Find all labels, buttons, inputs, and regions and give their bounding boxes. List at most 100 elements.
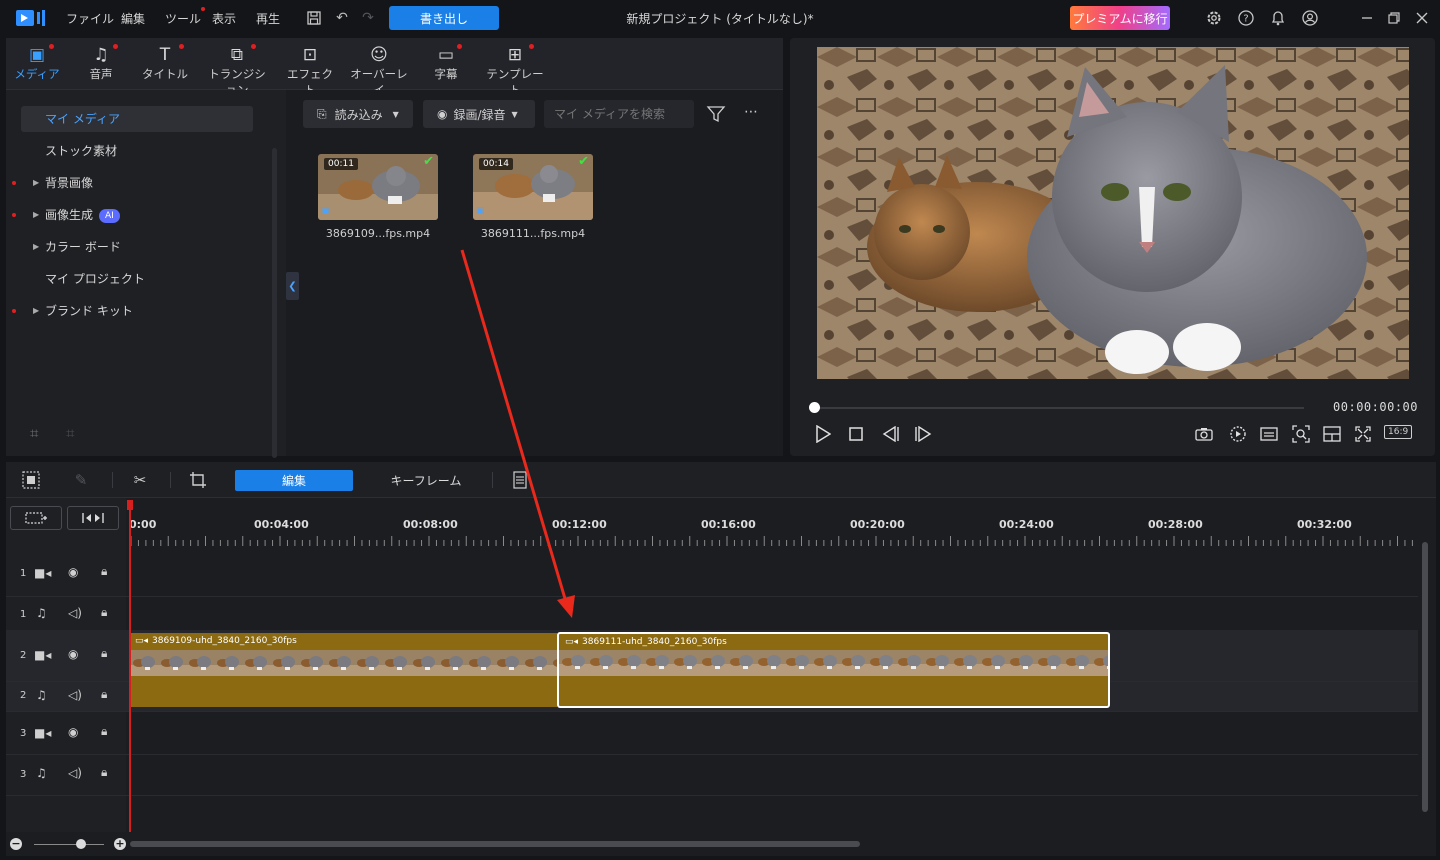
tab-effect[interactable]: ⊡ エフェクト bbox=[285, 44, 335, 97]
minimize-icon[interactable] bbox=[1357, 8, 1377, 28]
tree-item-stock[interactable]: ストック素材 bbox=[21, 138, 253, 164]
clip-title-text: 3869111-uhd_3840_2160_30fps bbox=[582, 637, 727, 647]
zoom-out-icon[interactable]: − bbox=[10, 838, 22, 850]
seek-knob[interactable] bbox=[809, 402, 820, 413]
play-icon[interactable] bbox=[811, 422, 835, 446]
media-content-area: ⎘ 読み込み ▼ ◉ 録画/録音 ▼ ⋯ 00:11 ✔ ▣ bbox=[286, 90, 783, 456]
menu-playback[interactable]: 再生 bbox=[256, 10, 280, 27]
fullscreen-icon[interactable] bbox=[1351, 422, 1375, 446]
zoom-in-icon[interactable]: + bbox=[114, 838, 126, 850]
lock-icon[interactable]: 🔒︎ bbox=[101, 724, 107, 739]
lock-icon[interactable]: 🔒︎ bbox=[101, 605, 107, 620]
account-icon[interactable] bbox=[1300, 8, 1320, 28]
lock-icon[interactable]: 🔒︎ bbox=[101, 687, 107, 702]
tab-overlay[interactable]: ☺ オーバーレイ bbox=[350, 44, 408, 97]
playback-speed-icon[interactable] bbox=[1226, 422, 1250, 446]
tree-item-brand-kit[interactable]: ▶ ブランド キット bbox=[12, 298, 253, 324]
zoom-slider-track[interactable] bbox=[34, 844, 104, 845]
ruler-label: 00:12:00 bbox=[552, 518, 607, 531]
eye-visibility-icon[interactable]: ◉ bbox=[68, 565, 78, 579]
subtitle-toggle-icon[interactable] bbox=[1257, 422, 1281, 446]
time-ruler[interactable]: 0:00 00:04:00 00:08:00 00:12:00 00:16:00… bbox=[129, 498, 1425, 550]
playhead[interactable] bbox=[129, 502, 131, 832]
tab-media[interactable]: ▣ メディア bbox=[14, 44, 60, 88]
tab-template[interactable]: ⊞ テンプレート bbox=[484, 44, 546, 97]
zoom-preview-icon[interactable] bbox=[1289, 422, 1313, 446]
tree-item-image-generation[interactable]: ▶ 画像生成 AI bbox=[12, 202, 253, 228]
speaker-volume-icon[interactable]: ◁) bbox=[68, 766, 82, 780]
seek-bar[interactable] bbox=[814, 407, 1304, 409]
tree-scrollbar[interactable] bbox=[272, 148, 277, 458]
filter-icon[interactable] bbox=[706, 104, 726, 127]
undo-icon[interactable]: ↶ bbox=[332, 8, 352, 28]
tab-audio[interactable]: ♫ 音声 bbox=[78, 44, 124, 88]
pen-edit-icon[interactable]: ✎ bbox=[70, 470, 92, 490]
tab-subtitle[interactable]: ▭ 字幕 bbox=[426, 44, 466, 88]
timeline-horizontal-scrollbar[interactable] bbox=[130, 841, 860, 847]
restore-icon[interactable] bbox=[1384, 8, 1404, 28]
aspect-ratio-button[interactable]: 16:9 bbox=[1384, 425, 1413, 439]
add-tag-icon[interactable]: ⌗ bbox=[30, 424, 38, 442]
menu-tools[interactable]: ツール bbox=[165, 7, 206, 27]
timeline-clip[interactable]: ▭◂ 3869109-uhd_3840_2160_30fps bbox=[129, 633, 557, 707]
notification-bell-icon[interactable] bbox=[1268, 8, 1288, 28]
add-track-button[interactable] bbox=[10, 506, 62, 530]
next-frame-icon[interactable] bbox=[911, 422, 935, 446]
previous-frame-icon[interactable] bbox=[879, 422, 903, 446]
remove-tag-icon[interactable]: ⌗ bbox=[66, 424, 74, 442]
save-icon[interactable] bbox=[304, 8, 324, 28]
scissors-split-icon[interactable]: ✂ bbox=[129, 470, 151, 490]
zoom-slider-knob[interactable] bbox=[76, 839, 86, 849]
timeline-vertical-scrollbar[interactable] bbox=[1422, 542, 1428, 812]
expand-arrow-icon[interactable]: ▶ bbox=[33, 298, 39, 324]
timeline-clip-selected[interactable]: ▭◂ 3869111-uhd_3840_2160_30fps bbox=[557, 632, 1110, 708]
media-thumbnail[interactable]: 00:11 ✔ ▣ bbox=[318, 154, 438, 220]
menu-file[interactable]: ファイル bbox=[66, 10, 114, 27]
tree-item-my-project[interactable]: マイ プロジェクト bbox=[21, 266, 253, 292]
stop-icon[interactable] bbox=[844, 422, 868, 446]
lock-icon[interactable]: 🔒︎ bbox=[101, 646, 107, 661]
record-button[interactable]: ◉ 録画/録音 ▼ bbox=[423, 100, 535, 128]
lock-icon[interactable]: 🔒︎ bbox=[101, 765, 107, 780]
tab-transition[interactable]: ⧉ トランジション bbox=[204, 44, 270, 97]
expand-arrow-icon[interactable]: ▶ bbox=[33, 202, 39, 228]
eye-visibility-icon[interactable]: ◉ bbox=[68, 725, 78, 739]
media-duration: 00:14 bbox=[479, 158, 513, 170]
tab-title[interactable]: T タイトル bbox=[140, 44, 190, 88]
crop-icon[interactable] bbox=[187, 470, 209, 490]
import-button[interactable]: ⎘ 読み込み ▼ bbox=[303, 100, 413, 128]
tab-edit[interactable]: 編集 bbox=[235, 470, 353, 491]
media-search-input[interactable] bbox=[544, 100, 694, 128]
speaker-volume-icon[interactable]: ◁) bbox=[68, 606, 82, 620]
upgrade-premium-button[interactable]: プレミアムに移行 bbox=[1070, 6, 1170, 30]
help-icon[interactable]: ? bbox=[1236, 8, 1256, 28]
settings-gear-icon[interactable] bbox=[1204, 8, 1224, 28]
expand-arrow-icon[interactable]: ▶ bbox=[33, 170, 39, 196]
ai-badge: AI bbox=[99, 209, 120, 223]
tree-item-background[interactable]: ▶ 背景画像 bbox=[12, 170, 253, 196]
menu-view[interactable]: 表示 bbox=[212, 10, 236, 27]
select-tool-icon[interactable] bbox=[20, 470, 42, 490]
subtitle-list-icon[interactable] bbox=[509, 470, 531, 490]
menu-edit[interactable]: 編集 bbox=[121, 10, 145, 27]
more-options-icon[interactable]: ⋯ bbox=[744, 104, 759, 120]
expand-arrow-icon[interactable]: ▶ bbox=[33, 234, 39, 260]
media-thumbnail[interactable]: 00:14 ✔ ▣ bbox=[473, 154, 593, 220]
notification-dot bbox=[457, 44, 462, 49]
close-icon[interactable] bbox=[1412, 8, 1432, 28]
tab-keyframe[interactable]: キーフレーム bbox=[366, 470, 486, 491]
snapshot-camera-icon[interactable] bbox=[1192, 422, 1216, 446]
tree-item-color-board[interactable]: ▶ カラー ボード bbox=[21, 234, 253, 260]
timecode-display: 00:00:00:00 bbox=[1333, 400, 1418, 414]
track-number: 1 bbox=[20, 609, 27, 620]
collapse-panel-chevron-left-icon[interactable]: ❮ bbox=[286, 272, 299, 300]
export-button[interactable]: 書き出し bbox=[389, 6, 499, 30]
lock-icon[interactable]: 🔒︎ bbox=[101, 564, 107, 579]
speaker-volume-icon[interactable]: ◁) bbox=[68, 688, 82, 702]
layout-split-icon[interactable] bbox=[1320, 422, 1344, 446]
eye-visibility-icon[interactable]: ◉ bbox=[68, 647, 78, 661]
tree-item-label: マイ プロジェクト bbox=[45, 272, 145, 286]
fit-timeline-button[interactable] bbox=[67, 506, 119, 530]
redo-icon[interactable]: ↷ bbox=[358, 8, 378, 28]
tree-item-my-media[interactable]: マイ メディア bbox=[21, 106, 253, 132]
